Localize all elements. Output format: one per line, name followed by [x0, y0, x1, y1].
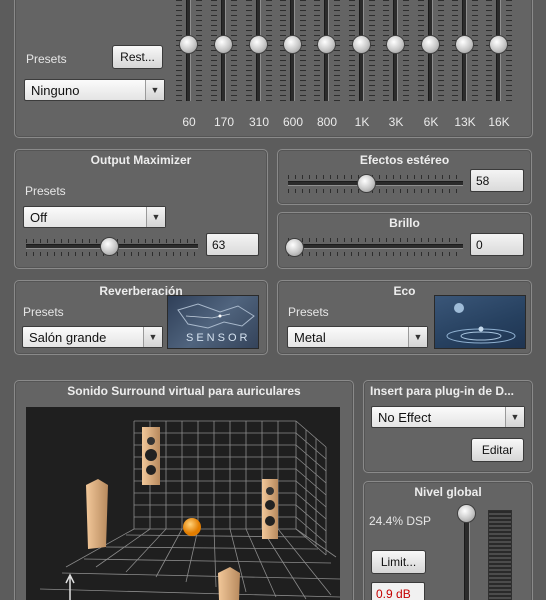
level-meter [488, 510, 512, 600]
eq-slider-600[interactable] [276, 0, 310, 104]
surround-room-view[interactable] [26, 407, 340, 600]
plugin-panel: Insert para plug-in de D... No Effect ▼ … [363, 380, 533, 473]
chevron-down-icon[interactable]: ▼ [505, 407, 524, 427]
eq-band-label: 60 [182, 115, 196, 129]
eq-slider-knob[interactable] [249, 35, 268, 54]
echo-value: Metal [294, 330, 326, 345]
eq-band-label: 16K [488, 115, 510, 129]
eq-slider-knob[interactable] [214, 35, 233, 54]
eq-band-label: 1K [354, 115, 370, 129]
echo-panel: Eco Presets Metal ▼ [277, 280, 532, 355]
limit-button[interactable]: Limit... [371, 550, 426, 574]
plugin-title: Insert para plug-in de D... [370, 384, 515, 398]
output-maximizer-value: Off [30, 210, 48, 225]
plugin-value: No Effect [378, 410, 432, 425]
edit-button[interactable]: Editar [471, 438, 524, 462]
echo-select[interactable]: Metal ▼ [287, 326, 428, 348]
eq-slider-3k[interactable] [379, 0, 413, 104]
eq-sliders: 60 170 310 600 800 1K 3K 6K 13K 16K [0, 0, 546, 140]
stereo-effects-knob[interactable] [357, 174, 376, 193]
reverb-value: Salón grande [29, 330, 107, 345]
output-maximizer-title: Output Maximizer [90, 153, 192, 167]
eq-slider-800[interactable] [310, 0, 344, 104]
eq-slider-knob[interactable] [352, 35, 371, 54]
echo-presets-label: Presets [288, 305, 329, 319]
eq-band-label: 310 [248, 115, 270, 129]
chevron-down-icon[interactable]: ▼ [146, 207, 165, 227]
output-maximizer-presets-label: Presets [25, 184, 66, 198]
eq-band-label: 6K [423, 115, 439, 129]
reverb-presets-label: Presets [23, 305, 64, 319]
stereo-effects-value-field[interactable]: 58 [470, 169, 524, 192]
eq-slider-16k[interactable] [482, 0, 516, 104]
chevron-down-icon[interactable]: ▼ [143, 327, 162, 347]
stereo-effects-title: Efectos estéreo [359, 153, 450, 167]
reverb-select[interactable]: Salón grande ▼ [22, 326, 163, 348]
eq-slider-13k[interactable] [448, 0, 482, 104]
global-level-panel: Nivel global 24.4% DSP Limit... 0.9 dB [363, 481, 533, 600]
eq-slider-310[interactable] [242, 0, 276, 104]
output-maximizer-panel: Output Maximizer Presets Off ▼ 63 [14, 149, 268, 269]
global-level-slider-track[interactable] [464, 512, 470, 600]
chevron-down-icon[interactable]: ▼ [408, 327, 427, 347]
reverb-thumbnail-text: SENSOR [186, 332, 251, 344]
output-maximizer-value-field[interactable]: 63 [206, 233, 259, 256]
eq-slider-knob[interactable] [421, 35, 440, 54]
eq-slider-knob[interactable] [179, 35, 198, 54]
surround-title: Sonido Surround virtual para auriculares [67, 384, 301, 398]
echo-drop-image [446, 303, 516, 344]
eq-band-label: 170 [213, 115, 235, 129]
eq-band-label: 3K [388, 115, 404, 129]
output-maximizer-knob[interactable] [100, 237, 119, 256]
eq-slider-knob[interactable] [317, 35, 336, 54]
eq-band-label: 600 [282, 115, 304, 129]
brightness-value-field[interactable]: 0 [470, 233, 524, 256]
eq-slider-knob[interactable] [489, 35, 508, 54]
plugin-select[interactable]: No Effect ▼ [371, 406, 525, 428]
eq-band-label: 13K [454, 115, 476, 129]
eq-slider-knob[interactable] [455, 35, 474, 54]
eq-slider-170[interactable] [207, 0, 241, 104]
brightness-slider[interactable] [288, 244, 463, 249]
db-readout: 0.9 dB [371, 582, 425, 600]
stereo-effects-panel: Efectos estéreo 58 [277, 149, 532, 205]
db-value: 0.9 dB [376, 587, 411, 600]
surround-room-graphic [39, 420, 340, 600]
eq-slider-1k[interactable] [345, 0, 379, 104]
brightness-panel: Brillo 0 [277, 212, 532, 269]
reverb-panel: Reverberación Presets Salón grande ▼ SEN… [14, 280, 268, 355]
eq-slider-6k[interactable] [414, 0, 448, 104]
eq-band-label: 800 [316, 115, 338, 129]
surround-panel: Sonido Surround virtual para auriculares [14, 380, 354, 600]
brightness-knob[interactable] [285, 238, 304, 257]
eq-slider-knob[interactable] [386, 35, 405, 54]
global-level-title: Nivel global [414, 485, 482, 499]
eq-slider-60[interactable] [172, 0, 206, 104]
echo-thumbnail [434, 295, 526, 349]
eq-slider-knob[interactable] [283, 35, 302, 54]
reverb-thumbnail: SENSOR [167, 295, 259, 349]
global-level-knob[interactable] [457, 504, 476, 523]
brightness-title: Brillo [389, 216, 420, 230]
dsp-usage-text: 24.4% DSP [369, 514, 432, 528]
output-maximizer-select[interactable]: Off ▼ [23, 206, 166, 228]
